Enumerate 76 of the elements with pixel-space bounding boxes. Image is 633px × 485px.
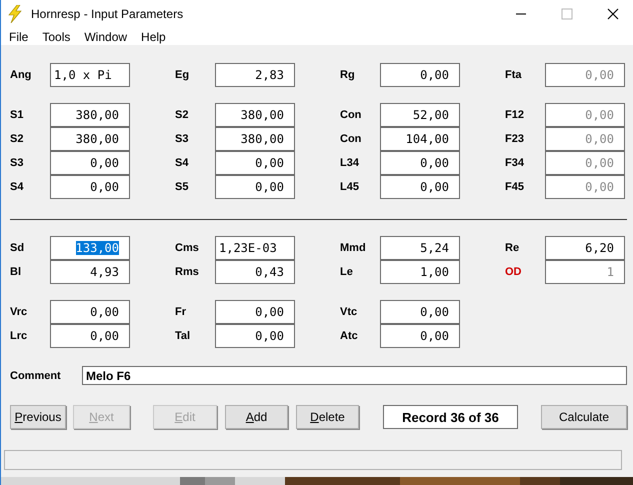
input-field[interactable]: 0,00 (50, 324, 130, 348)
input-field[interactable]: 6,20 (545, 236, 625, 260)
input-field[interactable]: 0,00 (380, 63, 460, 87)
field-label: L45 (340, 181, 360, 193)
field-label: Cms (175, 242, 200, 254)
field-label: S4 (10, 181, 24, 193)
field-label: S2 (10, 133, 24, 145)
field-label: Mmd (340, 242, 367, 254)
record-counter: Record 36 of 36 (383, 405, 518, 429)
field-label: Vrc (10, 306, 28, 318)
input-field[interactable]: 4,93 (50, 260, 130, 284)
field-label: Atc (340, 330, 359, 342)
input-field[interactable]: 380,00 (215, 127, 295, 151)
input-field[interactable]: 0,00 (380, 151, 460, 175)
field-label: S4 (175, 157, 190, 169)
field-label: Le (340, 266, 354, 278)
input-field[interactable]: 0,00 (215, 151, 295, 175)
input-field[interactable]: 380,00 (215, 103, 295, 127)
field-label: Ang (10, 69, 32, 81)
action-button[interactable]: Add (225, 405, 288, 429)
input-field[interactable]: 0,00 (215, 300, 295, 324)
field-label: S1 (10, 109, 24, 121)
input-field[interactable]: 1,0 x Pi (50, 63, 130, 87)
field-label: Bl (10, 266, 22, 278)
close-icon[interactable] (607, 8, 619, 20)
field-label: F12 (505, 109, 525, 121)
field-label: Con (340, 109, 362, 121)
field-label: Rg (340, 69, 356, 81)
input-field[interactable]: 1,23E-03 (215, 236, 295, 260)
field-label: Fr (175, 306, 187, 318)
input-field[interactable]: 380,00 (50, 103, 130, 127)
field-label: S2 (175, 109, 190, 121)
input-field[interactable]: 0,00 (50, 175, 130, 199)
action-button[interactable]: Calculate (541, 405, 627, 429)
menu-item[interactable]: File (9, 30, 28, 44)
input-field[interactable]: 0,00 (50, 151, 130, 175)
input-field[interactable]: 104,00 (380, 127, 460, 151)
field-label: F45 (505, 181, 525, 193)
comment-label: Comment (10, 370, 62, 382)
lightning-icon (7, 5, 23, 23)
field-label: Fta (505, 69, 522, 81)
comment-field[interactable]: Melo F6 (82, 366, 627, 385)
input-field[interactable]: 0,00 (50, 300, 130, 324)
menu-item[interactable]: Tools (42, 30, 70, 44)
menu-item[interactable]: Window (84, 30, 128, 44)
field-label: Con (340, 133, 362, 145)
input-field[interactable]: 0,00 (380, 175, 460, 199)
input-field[interactable]: 2,83 (215, 63, 295, 87)
action-button[interactable]: Delete (296, 405, 359, 429)
input-field[interactable]: 133,00 (50, 236, 130, 260)
input-field[interactable]: 0,00 (380, 324, 460, 348)
input-field[interactable]: 0,00 (215, 324, 295, 348)
action-button[interactable]: Previous (10, 405, 66, 429)
field-label: Vtc (340, 306, 358, 318)
field-label: F34 (505, 157, 525, 169)
window-title: Hornresp - Input Parameters (31, 7, 184, 21)
field-label: L34 (340, 157, 360, 169)
input-field[interactable]: 380,00 (50, 127, 130, 151)
input-field[interactable]: 1,00 (380, 260, 460, 284)
field-label: Re (505, 242, 520, 254)
field-label: Sd (10, 242, 26, 254)
input-field[interactable]: 5,24 (380, 236, 460, 260)
field-label: Lrc (10, 330, 28, 342)
field-label: F23 (505, 133, 525, 145)
input-field[interactable]: 0,00 (215, 175, 295, 199)
field-label: Rms (175, 266, 200, 278)
field-label: OD (505, 266, 522, 278)
field-label: S5 (175, 181, 190, 193)
field-label: Tal (175, 330, 192, 342)
input-field[interactable]: 0,00 (380, 300, 460, 324)
input-field[interactable]: 52,00 (380, 103, 460, 127)
field-label: S3 (175, 133, 190, 145)
field-label: Eg (175, 69, 190, 81)
menu-item[interactable]: Help (141, 30, 166, 44)
input-field[interactable]: 0,43 (215, 260, 295, 284)
field-label: S3 (10, 157, 24, 169)
